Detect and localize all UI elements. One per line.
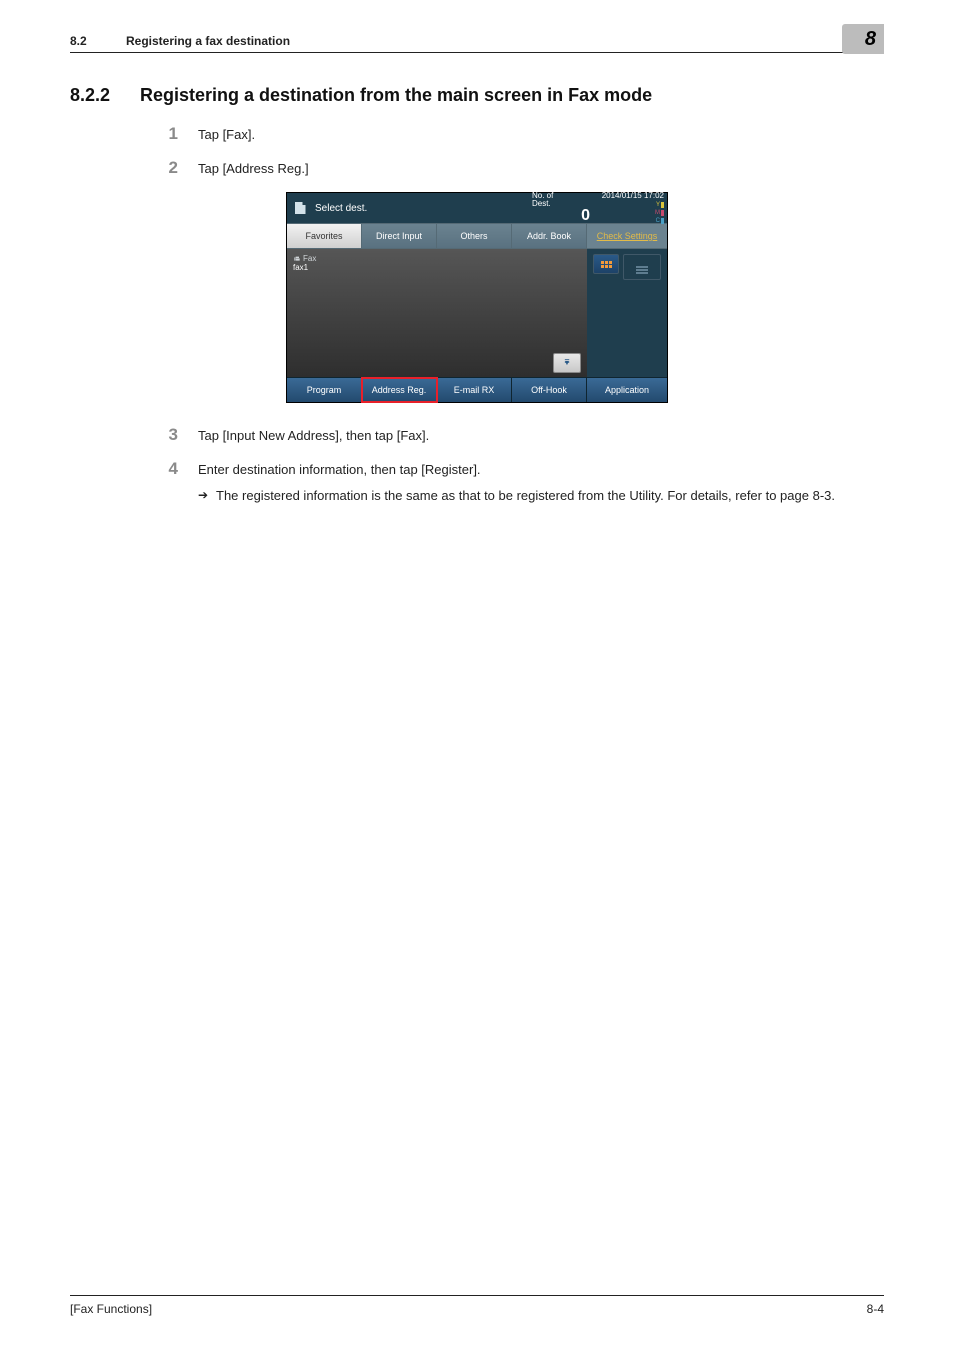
mfp-panel: Select dest. No. of Dest. 0 2014/01/15 1… (286, 192, 668, 403)
toner-indicator: Y (656, 202, 664, 208)
scroll-down-button[interactable]: ≡ ▼ (553, 353, 581, 373)
bb-program[interactable]: Program (287, 378, 362, 402)
section-heading: 8.2.2 Registering a destination from the… (70, 85, 884, 106)
view-list-button[interactable] (623, 254, 661, 280)
mfp-side-panel (587, 249, 667, 377)
view-grid-button[interactable] (593, 254, 619, 274)
toner-indicator: M (655, 210, 664, 216)
sub-step-text: The registered information is the same a… (216, 487, 884, 505)
step-text: Tap [Input New Address], then tap [Fax]. (198, 425, 884, 443)
tab-addr-book[interactable]: Addr. Book (512, 224, 587, 248)
bb-application[interactable]: Application (587, 378, 667, 402)
date-text: 2014/01/15 17:02 (602, 192, 664, 200)
chapter-tab: 8 (842, 24, 884, 54)
mfp-tab-row: Favorites Direct Input Others Addr. Book… (287, 223, 667, 249)
step-number: 1 (70, 124, 198, 144)
sub-step: ➔ The registered information is the same… (198, 487, 884, 505)
bb-address-reg[interactable]: Address Reg. (362, 378, 437, 402)
job-list-icon[interactable] (287, 193, 315, 223)
step-4: 4 Enter destination information, then ta… (70, 459, 884, 505)
step-2: 2 Tap [Address Reg.] (70, 158, 884, 178)
dest-count: No. of Dest. 0 (532, 193, 594, 223)
step-3: 3 Tap [Input New Address], then tap [Fax… (70, 425, 884, 445)
bb-email-rx[interactable]: E-mail RX (437, 378, 512, 402)
dest-count-label: No. of Dest. (532, 192, 594, 208)
mfp-title: Select dest. (315, 193, 532, 223)
section-number: 8.2.2 (70, 85, 140, 106)
chevron-down-icon: ▼ (564, 363, 571, 366)
step-number: 2 (70, 158, 198, 178)
step-text: Tap [Address Reg.] (198, 158, 884, 176)
step-text: Enter destination information, then tap … (198, 459, 884, 505)
footer-right: 8-4 (867, 1302, 884, 1316)
footer-left: [Fax Functions] (70, 1302, 152, 1316)
destination-list-area: Fax fax1 ≡ ▼ (287, 249, 587, 377)
chapter-tab-number: 8 (865, 28, 876, 51)
step-number: 3 (70, 425, 198, 445)
running-header-text: Registering a fax destination (126, 34, 884, 48)
steps-list: 1 Tap [Fax]. 2 Tap [Address Reg.] Select… (70, 124, 884, 505)
list-icon (636, 266, 648, 274)
mfp-top-bar: Select dest. No. of Dest. 0 2014/01/15 1… (287, 193, 667, 223)
running-header-number: 8.2 (70, 34, 126, 48)
arrow-right-icon: ➔ (198, 487, 216, 502)
step-number: 4 (70, 459, 198, 479)
tab-favorites[interactable]: Favorites (287, 224, 362, 248)
running-header: 8.2 Registering a fax destination (70, 34, 884, 53)
bb-off-hook[interactable]: Off-Hook (512, 378, 587, 402)
dest-count-value: 0 (532, 208, 594, 224)
page-footer: [Fax Functions] 8-4 (70, 1295, 884, 1316)
step-text: Tap [Fax]. (198, 124, 884, 142)
destination-entry[interactable]: Fax fax1 (293, 255, 349, 273)
step-1: 1 Tap [Fax]. (70, 124, 884, 144)
mfp-body: Fax fax1 ≡ ▼ (287, 249, 667, 377)
embedded-screenshot: Select dest. No. of Dest. 0 2014/01/15 1… (70, 192, 884, 403)
mfp-bottom-bar: Program Address Reg. E-mail RX Off-Hook … (287, 377, 667, 402)
entry-name: fax1 (293, 264, 349, 273)
check-settings-link[interactable]: Check Settings (587, 224, 667, 248)
datetime: 2014/01/15 17:02 Y M C (594, 193, 667, 223)
section-title: Registering a destination from the main … (140, 85, 884, 106)
tab-direct-input[interactable]: Direct Input (362, 224, 437, 248)
tab-others[interactable]: Others (437, 224, 512, 248)
grid-icon (601, 261, 612, 268)
